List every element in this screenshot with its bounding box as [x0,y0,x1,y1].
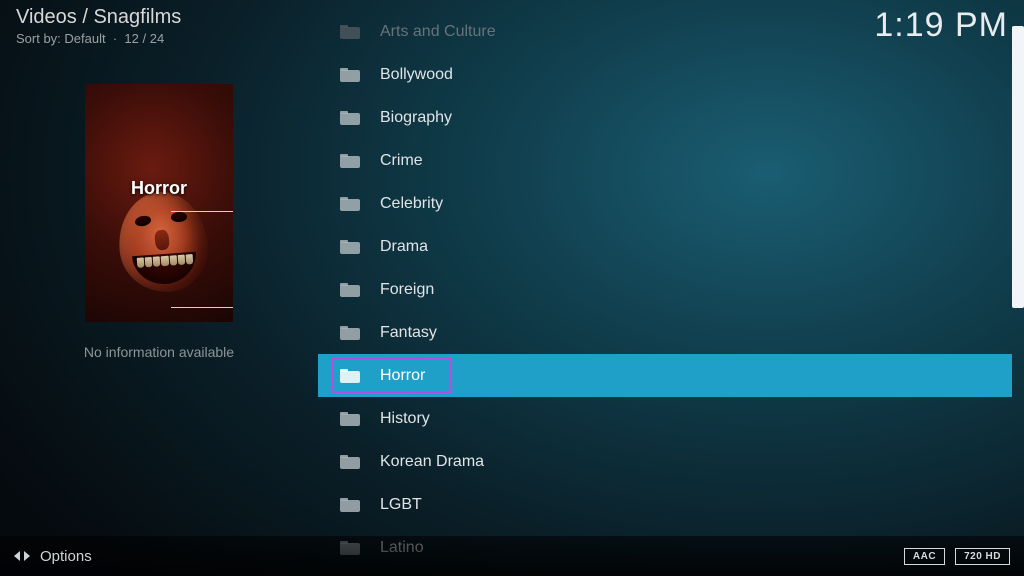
list-item-label: Horror [380,367,425,385]
sort-value: Default [64,31,105,46]
folder-icon [340,68,360,82]
folder-icon [340,25,360,39]
list-item-label: Fantasy [380,324,437,342]
list-item-label: Celebrity [380,195,443,213]
media-badges: AAC 720 HD [904,548,1010,565]
sidebar: Horror No information available [0,70,318,536]
folder-icon [340,111,360,125]
list-item[interactable]: Biography [318,96,1012,139]
list-item-label: Drama [380,238,428,256]
list-item-label: Arts and Culture [380,23,496,41]
folder-icon [340,369,360,383]
options-icon [14,548,30,564]
options-label: Options [40,548,92,565]
list-item-label: Biography [380,109,452,127]
media-badge: 720 HD [955,548,1010,565]
list-item[interactable]: Horror [318,354,1012,397]
category-list: Arts and Culture Bollywood Biography Crime C… [318,10,1012,536]
divider [171,307,233,308]
list-item[interactable]: History [318,397,1012,440]
list-item[interactable]: Foreign [318,268,1012,311]
list-item-label: Korean Drama [380,453,484,471]
sort-label: Sort by: [16,31,61,46]
folder-icon [340,283,360,297]
list-item[interactable]: Drama [318,225,1012,268]
folder-icon [340,326,360,340]
breadcrumb: Videos / Snagfilms [16,6,181,29]
list-item-label: History [380,410,430,428]
list-item[interactable]: Fantasy [318,311,1012,354]
list-item[interactable]: Bollywood [318,53,1012,96]
media-badge: AAC [904,548,945,565]
folder-icon [340,240,360,254]
list-item[interactable]: Celebrity [318,182,1012,225]
sort-sep: · [109,31,124,46]
list-item[interactable]: LGBT [318,483,1012,526]
divider [171,211,233,212]
folder-icon [340,154,360,168]
folder-icon [340,455,360,469]
options-button[interactable]: Options [14,548,92,565]
folder-icon [340,498,360,512]
info-text: No information available [84,344,234,360]
list-item[interactable]: Arts and Culture [318,10,1012,53]
scrollbar[interactable] [1012,26,1024,308]
item-position: 12 / 24 [124,31,164,46]
list-item-label: Foreign [380,281,434,299]
folder-icon [340,197,360,211]
main: Arts and Culture Bollywood Biography Crime C… [318,0,1024,536]
face-art [154,229,170,250]
list-item-label: LGBT [380,496,422,514]
list-item[interactable]: Korean Drama [318,440,1012,483]
preview-title: Horror [85,178,233,199]
list-item-label: Crime [380,152,423,170]
bottom-bar: Options AAC 720 HD [0,536,1024,576]
sort-line: Sort by: Default · 12 / 24 [16,31,181,46]
folder-icon [340,412,360,426]
list-item[interactable]: Crime [318,139,1012,182]
preview-thumbnail: Horror [85,84,233,322]
list-item-label: Bollywood [380,66,453,84]
